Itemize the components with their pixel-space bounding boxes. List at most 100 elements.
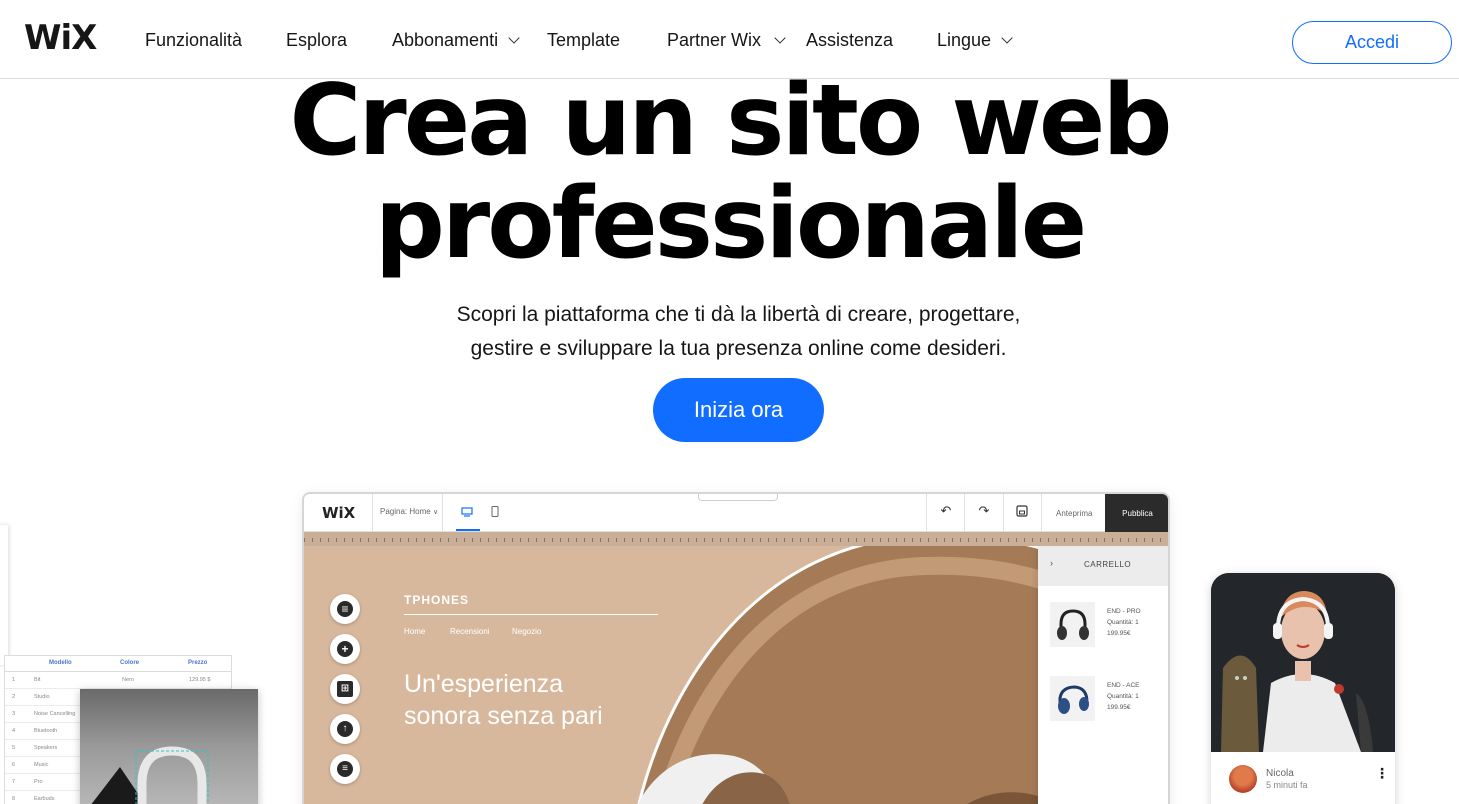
site-headline: Un'esperienza sonora senza pari [404, 668, 664, 732]
more-options-icon[interactable]: ⋮ [1375, 766, 1389, 780]
database-button[interactable]: ≡ [330, 754, 360, 784]
divider [1041, 494, 1042, 532]
publish-button[interactable]: Pubblica [1105, 494, 1168, 532]
add-button[interactable]: + [330, 634, 360, 664]
cart-item-qty: Quantità: 1 [1107, 619, 1139, 626]
table-cell: 4 [12, 728, 16, 734]
undo-icon[interactable]: ↶ [939, 503, 953, 518]
product-thumbnail [1050, 676, 1095, 721]
chevron-down-icon: ∨ [432, 509, 439, 516]
chevron-right-icon[interactable]: › [1050, 558, 1053, 568]
site-brand: TPHONES [404, 593, 470, 607]
cart-header: › CARRELLO [1038, 546, 1168, 586]
start-now-button[interactable]: Inizia ora [653, 378, 824, 442]
site-headline-line-2: sonora senza pari [404, 702, 603, 730]
nav-item-assistenza[interactable]: Assistenza [806, 30, 893, 51]
table-cell: Speakers [34, 745, 58, 751]
table-cell: 2 [12, 694, 16, 700]
editor-wix-logo: WiX [322, 504, 356, 522]
upload-cloud-icon: ↑ [337, 721, 353, 737]
table-cell: Noise Cancelling [34, 711, 76, 717]
wix-logo[interactable]: WiX [24, 18, 97, 58]
table-cell: Music [34, 762, 49, 768]
page-selector[interactable]: Pagina: Home ∨ [380, 507, 438, 516]
product-thumbnail [1050, 602, 1095, 647]
nav-item-label: Partner Wix [667, 30, 762, 50]
table-cell: 6 [12, 762, 16, 768]
editor-mockup: WiX Pagina: Home ∨ ↶ ↷ Anteprima Pubblic… [302, 492, 1170, 804]
table-header-cell: Modello [49, 660, 72, 666]
apps-icon: ⊞ [337, 681, 353, 697]
nav-item-label: Abbonamenti [392, 30, 499, 50]
table-header-cell: Prezzo [188, 660, 208, 666]
plus-icon: + [337, 641, 353, 657]
hero-subtitle-line-2: gestire e sviluppare la tua presenza onl… [470, 337, 1007, 360]
table-header-cell: Colore [120, 660, 140, 666]
table-cell: 3 [12, 711, 16, 717]
avatar[interactable] [1229, 765, 1257, 793]
upload-button[interactable]: ↑ [330, 714, 360, 744]
cart-title: CARRELLO [1084, 560, 1132, 569]
site-nav-negozio[interactable]: Negozio [512, 627, 541, 636]
apps-button[interactable]: ⊞ [330, 674, 360, 704]
cart-item[interactable]: END - ACE Quantità: 1 199.95€ [1050, 676, 1160, 726]
table-cell: 7 [12, 779, 16, 785]
cart-item-name: END - ACE [1107, 682, 1140, 689]
nav-item-esplora[interactable]: Esplora [286, 30, 347, 51]
database-icon: ≡ [337, 761, 353, 777]
cart-item-qty: Quantità: 1 [1107, 693, 1139, 700]
headphones-photo-card [80, 689, 258, 804]
login-button[interactable]: Accedi [1292, 21, 1452, 64]
editor-top-handle[interactable] [698, 494, 778, 501]
mobile-post-mockup: Nicola 5 minuti fa ⋮ [1211, 573, 1395, 804]
post-timestamp: 5 minuti fa [1266, 780, 1308, 790]
chevron-down-icon [508, 32, 520, 44]
site-nav-recensioni[interactable]: Recensioni [450, 627, 490, 636]
preview-button[interactable]: Anteprima [1056, 509, 1092, 518]
divider [964, 494, 965, 532]
hero-subtitle: Scopri la piattaforma che ti dà la liber… [0, 298, 1459, 366]
nav-item-abbonamenti[interactable]: Abbonamenti [392, 30, 520, 51]
divider [926, 494, 927, 532]
mobile-view-icon[interactable] [491, 504, 503, 517]
divider [442, 494, 443, 532]
cart-item[interactable]: END - PRO Quantità: 1 199.95€ [1050, 602, 1160, 652]
redo-icon[interactable]: ↷ [977, 503, 991, 518]
nav-item-label: Esplora [286, 30, 348, 50]
nav-item-partner-wix[interactable]: Partner Wix [667, 30, 786, 51]
table-cell: Studio [34, 694, 50, 700]
save-icon[interactable] [1015, 504, 1029, 518]
table-cell: Pro [34, 779, 43, 785]
cart-item-name: END - PRO [1107, 608, 1141, 615]
table-cell: Earbuds [34, 796, 55, 802]
hero-subtitle-line-1: Scopri la piattaforma che ti dà la liber… [456, 303, 1021, 326]
nav-item-lingue[interactable]: Lingue [937, 30, 1013, 51]
nav-item-template[interactable]: Template [547, 30, 620, 51]
table-header: Modello Colore Prezzo [5, 656, 231, 672]
table-cell: 1 [12, 677, 16, 683]
blue-headphones-image [1058, 685, 1089, 714]
pages-button[interactable]: ≡ [330, 594, 360, 624]
table-row: 1 Bit Nero 129.95 $ [5, 672, 231, 689]
nav-item-label: Assistenza [806, 30, 894, 50]
nav-item-label: Lingue [937, 30, 992, 50]
divider [372, 494, 373, 532]
post-footer: Nicola 5 minuti fa ⋮ [1211, 752, 1395, 804]
site-nav-home[interactable]: Home [404, 627, 425, 636]
left-side-panel [0, 525, 8, 665]
editor-canvas: ≡ + ⊞ ↑ ≡ TPHONES Home Recensioni Negozi… [304, 546, 1168, 804]
site-headline-line-1: Un'esperienza [404, 670, 564, 698]
hero-title-line-2: professionale [374, 167, 1087, 281]
table-cell: Bit [34, 677, 41, 683]
chevron-down-icon [1001, 32, 1013, 44]
nav-item-funzionalita[interactable]: Funzionalità [145, 30, 242, 51]
black-headphones-image [1057, 609, 1089, 640]
desktop-view-icon[interactable] [461, 504, 473, 517]
woman-with-skateboard-image [1211, 573, 1395, 752]
divider [1003, 494, 1004, 532]
cart-item-price: 199.95€ [1107, 630, 1131, 637]
hero-title: Crea un sito web professionale [0, 70, 1459, 276]
post-photo [1211, 573, 1395, 752]
post-author-name: Nicola [1266, 768, 1294, 779]
chevron-down-icon [774, 32, 786, 44]
